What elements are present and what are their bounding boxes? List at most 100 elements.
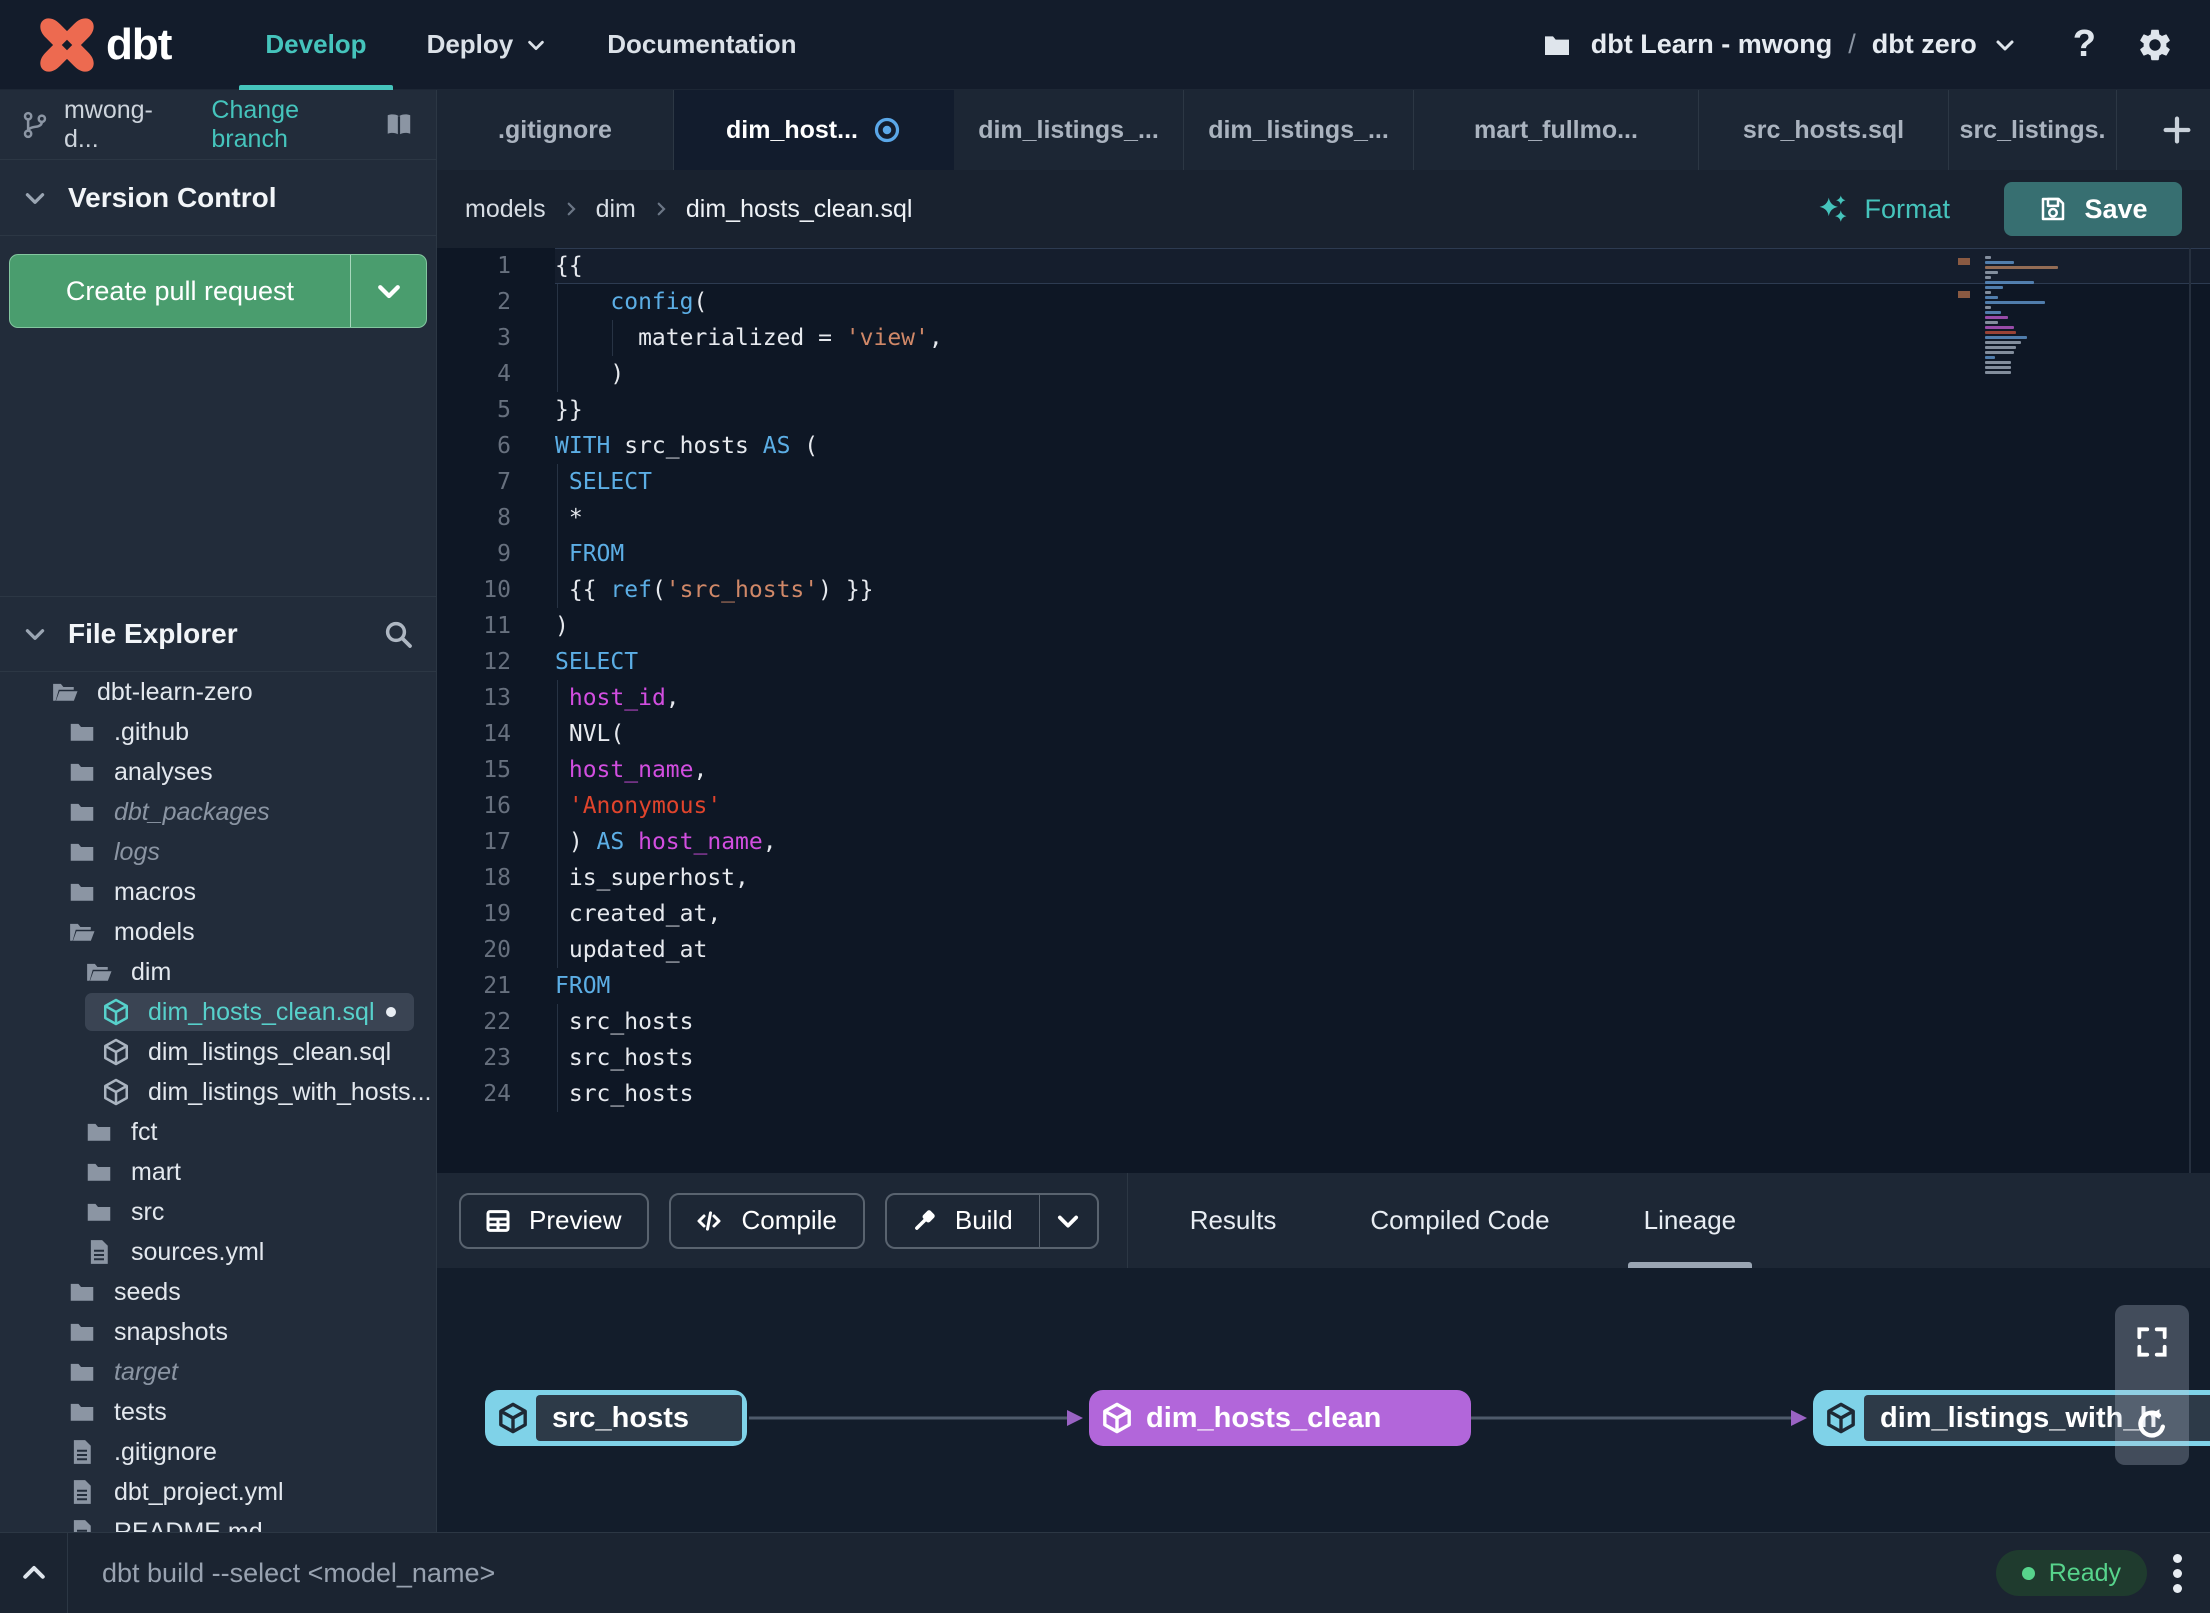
- dbt-wordmark: dbt: [106, 19, 172, 69]
- tree-item-macros[interactable]: macros: [0, 872, 436, 912]
- folder-icon: [84, 1197, 114, 1227]
- tab-compiled-code[interactable]: Compiled Code: [1370, 1173, 1549, 1268]
- tab-lineage[interactable]: Lineage: [1627, 1173, 1752, 1268]
- project-switcher[interactable]: dbt Learn - mwong / dbt zero: [1541, 29, 2017, 61]
- code-line-18[interactable]: 18 is_superhost,: [437, 860, 2210, 896]
- tree-item-fct[interactable]: fct: [0, 1112, 436, 1152]
- nav-develop[interactable]: Develop: [235, 0, 396, 90]
- code-line-2[interactable]: 2 config(: [437, 284, 2210, 320]
- table-grid-icon: [461, 1206, 529, 1236]
- tree-item-models[interactable]: models: [0, 912, 436, 952]
- book-icon[interactable]: [382, 110, 416, 140]
- code-line-23[interactable]: 23 src_hosts: [437, 1040, 2210, 1076]
- code-line-7[interactable]: 7 SELECT: [437, 464, 2210, 500]
- format-button[interactable]: Format: [1816, 192, 1950, 226]
- tree-item-dim[interactable]: dim: [0, 952, 436, 992]
- preview-button[interactable]: Preview: [459, 1192, 650, 1249]
- code-line-24[interactable]: 24 src_hosts: [437, 1076, 2210, 1112]
- file-tab-src-hosts-sql[interactable]: src_hosts.sql: [1699, 90, 1949, 170]
- tree-item-mart[interactable]: mart: [0, 1152, 436, 1192]
- floppy-disk-icon: [2042, 197, 2065, 221]
- code-line-13[interactable]: 13 host_id,: [437, 680, 2210, 716]
- build-dropdown[interactable]: [1038, 1194, 1097, 1247]
- tab-results[interactable]: Results: [1190, 1173, 1277, 1268]
- tree-item-sources-yml[interactable]: sources.yml: [0, 1232, 436, 1272]
- new-tab-plus-icon[interactable]: [2144, 90, 2210, 170]
- tree-item-dbt-learn-zero[interactable]: dbt-learn-zero: [0, 672, 436, 712]
- code-line-10[interactable]: 10 {{ ref('src_hosts') }}: [437, 572, 2210, 608]
- folder-open-icon: [50, 677, 80, 707]
- code-line-20[interactable]: 20 updated_at: [437, 932, 2210, 968]
- code-editor[interactable]: 1{{2 config(3 materialized = 'view', 4 ) 5…: [437, 248, 2210, 1173]
- editor-scrollbar[interactable]: [2189, 248, 2191, 1173]
- file-explorer-header[interactable]: File Explorer: [0, 596, 436, 672]
- file-tab--gitignore[interactable]: .gitignore: [437, 90, 674, 170]
- file-tab-src-listings-[interactable]: src_listings.: [1949, 90, 2117, 170]
- tree-item-readme-md[interactable]: README.md: [0, 1512, 436, 1532]
- code-line-9[interactable]: 9 FROM: [437, 536, 2210, 572]
- tree-item-dim-hosts-clean-sql[interactable]: dim_hosts_clean.sql: [0, 992, 436, 1032]
- tree-item-target[interactable]: target: [0, 1352, 436, 1392]
- breadcrumb-dim[interactable]: dim: [596, 195, 636, 224]
- file-tab-dim-listings-[interactable]: dim_listings_...: [1184, 90, 1414, 170]
- tree-item-dim-listings-clean-sql[interactable]: dim_listings_clean.sql: [0, 1032, 436, 1072]
- code-line-16[interactable]: 16 'Anonymous': [437, 788, 2210, 824]
- code-line-19[interactable]: 19 created_at,: [437, 896, 2210, 932]
- line-number: 12: [483, 649, 511, 675]
- tree-item-label: mart: [131, 1157, 181, 1186]
- command-input[interactable]: dbt build --select <model_name>: [102, 1558, 1996, 1589]
- version-control-header[interactable]: Version Control: [0, 160, 436, 236]
- code-line-3[interactable]: 3 materialized = 'view',: [437, 320, 2210, 356]
- breadcrumb-models[interactable]: models: [465, 195, 546, 224]
- tree-item-dbt-packages[interactable]: dbt_packages: [0, 792, 436, 832]
- tree-item-dim-listings-with-hosts-[interactable]: dim_listings_with_hosts...: [0, 1072, 436, 1112]
- chevron-up-icon[interactable]: [0, 1533, 68, 1613]
- code-line-12[interactable]: 12 SELECT: [437, 644, 2210, 680]
- refresh-icon[interactable]: [2132, 1405, 2172, 1445]
- build-button[interactable]: Build: [884, 1192, 1099, 1249]
- tree-item-logs[interactable]: logs: [0, 832, 436, 872]
- change-branch-link[interactable]: Change branch: [211, 96, 382, 154]
- tree-item-tests[interactable]: tests: [0, 1392, 436, 1432]
- save-button[interactable]: Save: [2004, 182, 2182, 236]
- code-line-8[interactable]: 8 *: [437, 500, 2210, 536]
- search-icon[interactable]: [382, 618, 414, 650]
- editor-minimap[interactable]: [1985, 256, 2115, 376]
- tree-item-snapshots[interactable]: snapshots: [0, 1312, 436, 1352]
- fullscreen-icon[interactable]: [2133, 1323, 2171, 1361]
- dbt-logo[interactable]: dbt: [38, 16, 172, 74]
- editor-tabbar: .gitignore dim_host... dim_listings_... dim…: [437, 90, 2210, 170]
- code-line-4[interactable]: 4 ): [437, 356, 2210, 392]
- line-number: 1: [497, 253, 511, 279]
- gear-icon[interactable]: [2136, 26, 2174, 64]
- code-line-5[interactable]: 5}}: [437, 392, 2210, 428]
- code-line-1[interactable]: 1{{: [437, 248, 2210, 284]
- kebab-menu-icon[interactable]: [2173, 1553, 2182, 1593]
- lineage-node-src-hosts[interactable]: src_hosts: [485, 1390, 747, 1446]
- nav-documentation[interactable]: Documentation: [577, 0, 826, 90]
- tree-item--gitignore[interactable]: .gitignore: [0, 1432, 436, 1472]
- file-tab-dim-listings-[interactable]: dim_listings_...: [954, 90, 1184, 170]
- file-tab-mart-fullmo-[interactable]: mart_fullmo...: [1414, 90, 1699, 170]
- create-pull-request-button[interactable]: Create pull request: [9, 254, 427, 328]
- tab-label: src_hosts.sql: [1742, 115, 1905, 144]
- tree-item-label: logs: [114, 837, 160, 866]
- tree-item--github[interactable]: .github: [0, 712, 436, 752]
- file-tab-dim-host-[interactable]: dim_host...: [674, 90, 954, 170]
- code-line-17[interactable]: 17 ) AS host_name,: [437, 824, 2210, 860]
- tree-item-seeds[interactable]: seeds: [0, 1272, 436, 1312]
- help-icon[interactable]: ?: [2073, 23, 2096, 66]
- tree-item-analyses[interactable]: analyses: [0, 752, 436, 792]
- code-line-22[interactable]: 22 src_hosts: [437, 1004, 2210, 1040]
- nav-deploy[interactable]: Deploy: [397, 0, 578, 90]
- code-line-15[interactable]: 15 host_name,: [437, 752, 2210, 788]
- create-pr-dropdown[interactable]: [350, 255, 426, 327]
- code-line-6[interactable]: 6 WITH src_hosts AS (: [437, 428, 2210, 464]
- compile-button[interactable]: Compile: [669, 1192, 865, 1249]
- lineage-node-dim-hosts-clean[interactable]: dim_hosts_clean: [1089, 1390, 1471, 1446]
- code-line-11[interactable]: 11): [437, 608, 2210, 644]
- tree-item-src[interactable]: src: [0, 1192, 436, 1232]
- code-line-14[interactable]: 14 NVL(: [437, 716, 2210, 752]
- code-line-21[interactable]: 21 FROM: [437, 968, 2210, 1004]
- tree-item-dbt-project-yml[interactable]: dbt_project.yml: [0, 1472, 436, 1512]
